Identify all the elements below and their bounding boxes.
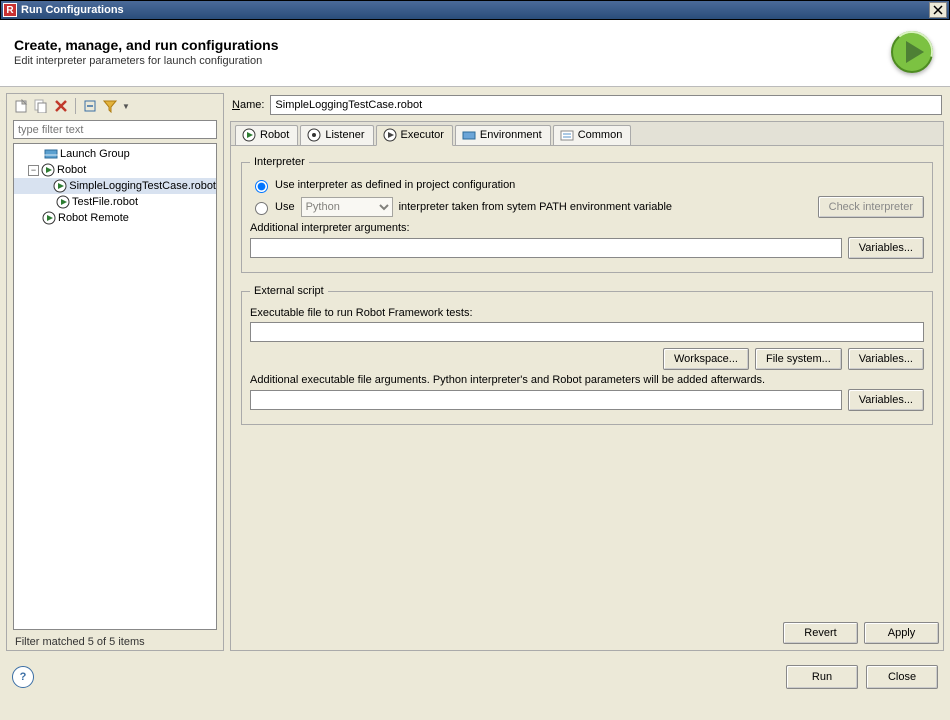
- tree-label: Robot: [57, 164, 86, 176]
- additional-exec-args-label: Additional executable file arguments. Py…: [250, 374, 924, 386]
- toolbar-separator: [75, 98, 76, 114]
- tree-node-launch-group[interactable]: Launch Group: [14, 146, 216, 162]
- filter-config-icon[interactable]: [102, 98, 118, 114]
- name-label: Name:: [232, 99, 264, 111]
- interpreter-legend: Interpreter: [250, 156, 309, 168]
- tree-toolbar: ▼: [7, 94, 223, 118]
- run-button[interactable]: Run: [786, 665, 858, 689]
- tab-environment[interactable]: Environment: [455, 125, 551, 145]
- filter-status: Filter matched 5 of 5 items: [7, 634, 223, 650]
- additional-args-input[interactable]: [250, 238, 842, 258]
- robot-tab-icon: [242, 128, 256, 142]
- window-title: Run Configurations: [21, 4, 929, 16]
- robot-run-icon: [53, 179, 67, 193]
- help-icon: ?: [20, 671, 27, 683]
- tree-label: Robot Remote: [58, 212, 129, 224]
- radio-label: Use: [275, 201, 295, 213]
- new-config-icon[interactable]: [13, 98, 29, 114]
- exec-file-input[interactable]: [250, 322, 924, 342]
- additional-exec-args-input[interactable]: [250, 390, 842, 410]
- dialog-subtitle: Edit interpreter parameters for launch c…: [14, 55, 888, 67]
- delete-config-icon[interactable]: [53, 98, 69, 114]
- radio-use-named-interpreter[interactable]: [255, 202, 268, 215]
- dialog-header: Create, manage, and run configurations E…: [0, 20, 950, 87]
- help-button[interactable]: ?: [12, 666, 34, 688]
- tab-label: Common: [578, 129, 623, 141]
- config-tree[interactable]: Launch Group − Robot SimpleLoggingTestCa…: [13, 143, 217, 630]
- duplicate-config-icon[interactable]: [33, 98, 49, 114]
- tree-label: TestFile.robot: [72, 196, 138, 208]
- executor-tab-icon: [383, 128, 397, 142]
- revert-button[interactable]: Revert: [783, 622, 858, 644]
- tab-executor-content: Interpreter Use interpreter as defined i…: [231, 146, 943, 616]
- tab-label: Environment: [480, 129, 542, 141]
- tree-filter-input[interactable]: [13, 120, 217, 139]
- collapse-all-icon[interactable]: [82, 98, 98, 114]
- apply-button[interactable]: Apply: [864, 622, 939, 644]
- interpreter-combo[interactable]: Python: [301, 197, 393, 217]
- tree-node-robot-child[interactable]: SimpleLoggingTestCase.robot: [14, 178, 216, 194]
- app-icon: R: [3, 3, 17, 17]
- listener-tab-icon: [307, 128, 321, 142]
- tab-robot[interactable]: Robot: [235, 125, 298, 145]
- launch-group-icon: [44, 147, 58, 161]
- tab-listener[interactable]: Listener: [300, 125, 373, 145]
- dialog-body: ▼ Launch Group − Robot: [0, 87, 950, 657]
- tab-bar: Robot Listener Executor Environment Comm…: [231, 122, 943, 146]
- tree-node-robot-child[interactable]: TestFile.robot: [14, 194, 216, 210]
- config-name-input[interactable]: [270, 95, 942, 115]
- interpreter-group: Interpreter Use interpreter as defined i…: [241, 156, 933, 273]
- revert-apply-row: Revert Apply: [231, 616, 943, 650]
- radio-label-tail: interpreter taken from sytem PATH enviro…: [399, 201, 672, 213]
- external-legend: External script: [250, 285, 328, 297]
- tree-node-robot[interactable]: − Robot: [14, 162, 216, 178]
- variables-button[interactable]: Variables...: [848, 348, 924, 370]
- tree-label: Launch Group: [60, 148, 130, 160]
- title-bar: R Run Configurations: [0, 0, 950, 20]
- check-interpreter-button[interactable]: Check interpreter: [818, 196, 924, 218]
- external-script-group: External script Executable file to run R…: [241, 285, 933, 425]
- tab-label: Executor: [401, 129, 444, 141]
- dialog-footer: ? Run Close: [0, 657, 950, 699]
- tab-common[interactable]: Common: [553, 125, 632, 145]
- filter-dropdown-icon[interactable]: ▼: [122, 102, 130, 111]
- config-editor-pane: Name: Robot Listener Executor: [230, 93, 944, 651]
- tab-label: Robot: [260, 129, 289, 141]
- tree-label: SimpleLoggingTestCase.robot: [69, 180, 216, 192]
- close-button[interactable]: Close: [866, 665, 938, 689]
- close-icon: [933, 5, 943, 15]
- run-header-icon: [888, 28, 936, 76]
- environment-tab-icon: [462, 129, 476, 141]
- robot-run-icon: [41, 163, 55, 177]
- config-tree-pane: ▼ Launch Group − Robot: [6, 93, 224, 651]
- workspace-button[interactable]: Workspace...: [663, 348, 749, 370]
- radio-use-project-interpreter[interactable]: [255, 180, 268, 193]
- variables-button[interactable]: Variables...: [848, 237, 924, 259]
- exec-file-label: Executable file to run Robot Framework t…: [250, 307, 924, 319]
- robot-run-icon: [56, 195, 70, 209]
- variables-button[interactable]: Variables...: [848, 389, 924, 411]
- common-tab-icon: [560, 129, 574, 141]
- tab-container: Robot Listener Executor Environment Comm…: [230, 121, 944, 651]
- dialog-title: Create, manage, and run configurations: [14, 37, 888, 53]
- robot-remote-icon: [42, 211, 56, 225]
- tab-executor[interactable]: Executor: [376, 125, 453, 146]
- tree-node-robot-remote[interactable]: Robot Remote: [14, 210, 216, 226]
- tab-label: Listener: [325, 129, 364, 141]
- radio-label: Use interpreter as defined in project co…: [275, 179, 515, 191]
- expand-toggle-icon[interactable]: −: [28, 165, 39, 176]
- filesystem-button[interactable]: File system...: [755, 348, 842, 370]
- close-window-button[interactable]: [929, 2, 947, 18]
- additional-args-label: Additional interpreter arguments:: [250, 222, 924, 234]
